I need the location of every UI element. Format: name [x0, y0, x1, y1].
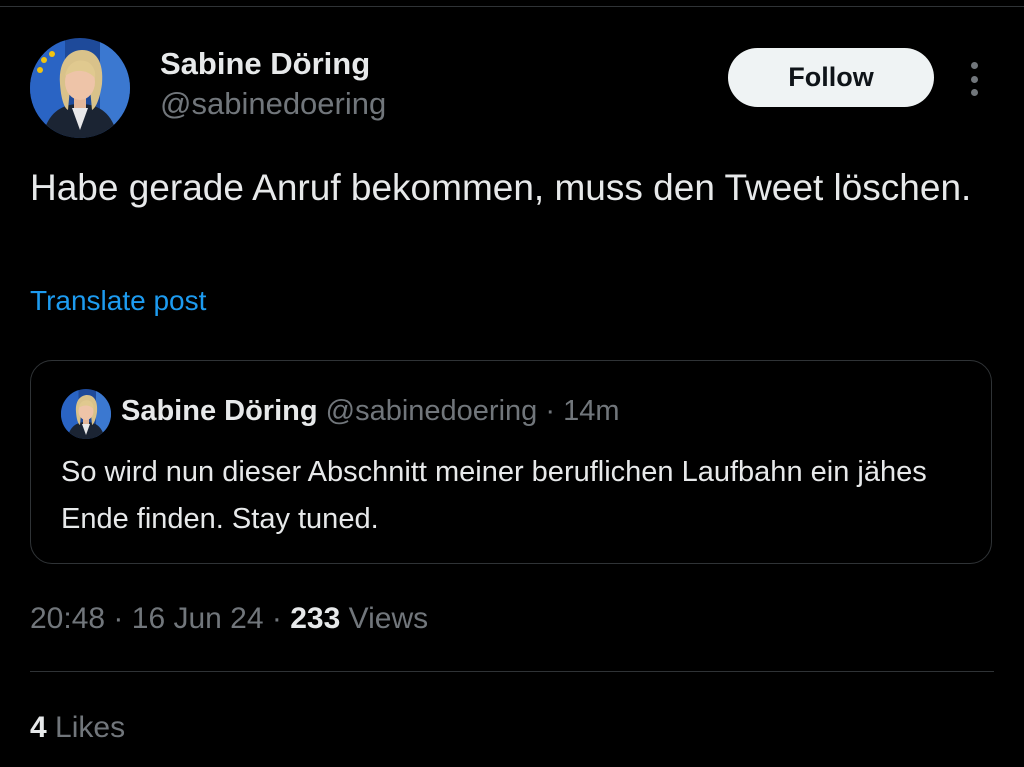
- meta-separator: ·: [113, 602, 124, 635]
- translate-post-link[interactable]: Translate post: [30, 285, 206, 317]
- quoted-author-handle: @sabinedoering: [325, 395, 538, 427]
- quoted-avatar-photo: [61, 389, 111, 439]
- views-label: Views: [348, 602, 429, 635]
- quoted-tweet-text: So wird nun dieser Abschnitt meiner beru…: [61, 456, 927, 535]
- more-dot: [970, 62, 978, 69]
- views-count: 233: [290, 602, 341, 635]
- top-divider: [0, 6, 1024, 7]
- quoted-tweet-header: Sabine Döring @sabinedoering · 14m: [121, 395, 620, 428]
- quoted-author-avatar: [61, 389, 111, 439]
- quoted-author-name: Sabine Döring: [121, 395, 318, 427]
- author-name[interactable]: Sabine Döring: [160, 46, 370, 82]
- more-vertical-icon[interactable]: [960, 62, 988, 96]
- tweet-date[interactable]: 16 Jun 24: [132, 602, 264, 635]
- more-dot: [970, 89, 978, 96]
- tweet-text: Habe gerade Anruf bekommen, muss den Twe…: [30, 167, 972, 208]
- quoted-timestamp: 14m: [563, 395, 620, 427]
- follow-button[interactable]: Follow: [728, 48, 934, 107]
- quoted-tweet-card[interactable]: Sabine Döring @sabinedoering · 14m So wi…: [30, 360, 992, 564]
- more-dot: [970, 75, 978, 83]
- tweet-time[interactable]: 20:48: [30, 602, 105, 635]
- author-avatar[interactable]: [30, 38, 130, 138]
- meta-separator: ·: [271, 602, 282, 635]
- tweet-meta: 20:48 · 16 Jun 24 · 233 Views: [30, 602, 428, 636]
- quoted-separator: ·: [545, 395, 556, 427]
- avatar-photo: [30, 38, 130, 138]
- likes-count: 4: [30, 711, 47, 744]
- likes-label: Likes: [55, 711, 126, 744]
- likes-link[interactable]: 4 Likes: [30, 711, 125, 745]
- divider: [30, 671, 994, 672]
- author-handle[interactable]: @sabinedoering: [160, 86, 386, 122]
